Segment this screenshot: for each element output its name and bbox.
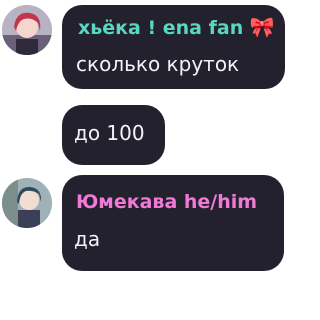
message-text: да: [74, 227, 101, 251]
message-bubble-2[interactable]: до 100: [62, 105, 165, 165]
message-author[interactable]: Юмекава he/him: [76, 191, 257, 213]
chat-log: хьёка ! ena fan 🎀 сколько круток до 100 …: [0, 0, 295, 320]
author-name: Юмекава he/him: [76, 191, 258, 213]
avatar-yumekawa[interactable]: [2, 178, 52, 228]
avatar-hyoka[interactable]: [2, 5, 52, 55]
user-avatar-icon: [2, 5, 52, 55]
message-bubble-1[interactable]: хьёка ! ena fan 🎀 сколько круток: [62, 5, 285, 89]
user-avatar-icon: [2, 178, 52, 228]
message-author[interactable]: хьёка ! ena fan 🎀: [78, 15, 275, 39]
message-text: сколько круток: [76, 52, 240, 76]
author-name: хьёка ! ena fan: [78, 17, 244, 39]
message-text: до 100: [74, 121, 145, 145]
ribbon-emoji-icon: 🎀: [249, 15, 275, 39]
message-bubble-3[interactable]: Юмекава he/him да: [62, 175, 284, 271]
